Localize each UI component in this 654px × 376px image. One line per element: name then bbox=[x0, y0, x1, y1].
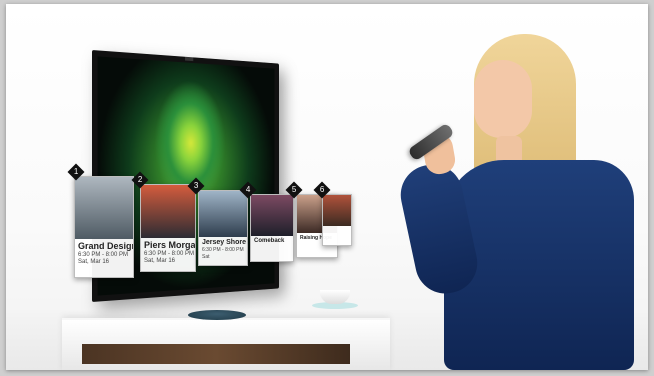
program-thumbnail bbox=[141, 185, 195, 239]
program-time: 6:30 PM - 8:00 PM bbox=[144, 251, 195, 258]
program-card-1: Grand Designs 6:30 PM - 8:00 PM Sat, Mar… bbox=[74, 176, 134, 278]
program-card-6 bbox=[322, 194, 352, 246]
program-cards: Grand Designs 6:30 PM - 8:00 PM Sat, Mar… bbox=[66, 163, 356, 294]
program-title: Jersey Shore bbox=[202, 238, 246, 246]
tv-stand bbox=[62, 318, 390, 370]
woman-with-remote bbox=[388, 24, 648, 370]
program-date: Sat, Mar 16 bbox=[144, 258, 176, 265]
program-title: Piers Morgan's bbox=[144, 240, 196, 251]
tv-stand-wood-panel bbox=[82, 344, 350, 364]
program-time: 6:30 PM - 8:00 PM bbox=[78, 252, 129, 258]
program-title: Comeback bbox=[254, 237, 285, 244]
program-date: Sat, Mar 16 bbox=[78, 259, 110, 265]
decor-bowl bbox=[188, 310, 246, 320]
face bbox=[474, 60, 532, 138]
tv-camera-icon bbox=[185, 56, 194, 62]
image-frame: Grand Designs 6:30 PM - 8:00 PM Sat, Mar… bbox=[6, 4, 648, 370]
program-time: 6:30 PM - 8:00 PM bbox=[202, 246, 244, 253]
living-room-scene: Grand Designs 6:30 PM - 8:00 PM Sat, Mar… bbox=[6, 4, 648, 370]
program-card-4: Comeback bbox=[250, 194, 294, 262]
program-card-2: Piers Morgan's 6:30 PM - 8:00 PM Sat, Ma… bbox=[140, 184, 196, 272]
program-thumbnail bbox=[199, 191, 247, 237]
program-title: Grand Designs bbox=[78, 241, 133, 251]
program-thumbnail bbox=[251, 195, 293, 236]
program-thumbnail bbox=[75, 177, 133, 239]
program-thumbnail bbox=[323, 195, 351, 226]
program-date: Sat bbox=[202, 253, 210, 260]
program-card-3: Jersey Shore 6:30 PM - 8:00 PM Sat bbox=[198, 190, 248, 266]
